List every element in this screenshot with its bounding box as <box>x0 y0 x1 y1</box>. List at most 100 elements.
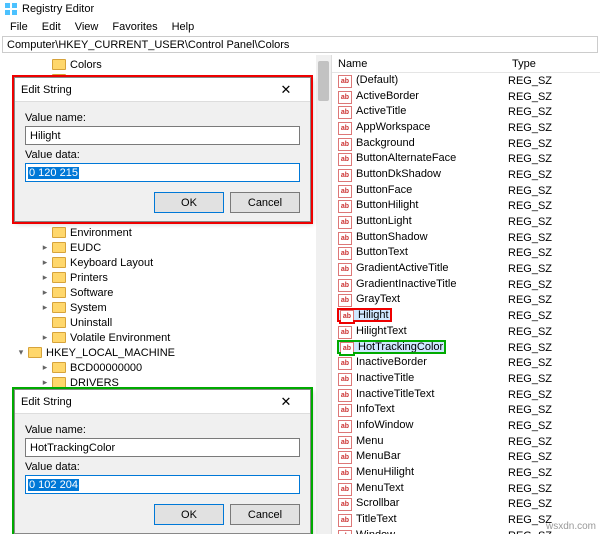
list-row[interactable]: abActiveBorderREG_SZ <box>332 89 600 105</box>
tree-item[interactable]: ▸Volatile Environment <box>36 330 331 345</box>
list-row[interactable]: abMenuREG_SZ <box>332 434 600 450</box>
list-row[interactable]: abAppWorkspaceREG_SZ <box>332 120 600 136</box>
cancel-button[interactable]: Cancel <box>230 192 300 213</box>
list-row[interactable]: abButtonShadowREG_SZ <box>332 230 600 246</box>
scrollbar-thumb[interactable] <box>318 61 329 101</box>
menu-view[interactable]: View <box>69 21 105 33</box>
value-type: REG_SZ <box>508 389 552 401</box>
tree-item[interactable]: ▸Keyboard Layout <box>36 255 331 270</box>
tree-item[interactable]: ▾HKEY_LOCAL_MACHINE <box>16 345 331 360</box>
folder-icon <box>52 227 66 238</box>
folder-icon <box>52 332 66 343</box>
tree-item[interactable]: ▸EUDC <box>36 240 331 255</box>
tree-item-label: Colors <box>70 59 102 71</box>
list-row[interactable]: abButtonLightREG_SZ <box>332 214 600 230</box>
tree-item[interactable]: Colors <box>36 57 331 72</box>
expander-icon[interactable]: ▸ <box>40 333 50 343</box>
value-type: REG_SZ <box>508 263 552 275</box>
list-row[interactable]: abGradientActiveTitleREG_SZ <box>332 261 600 277</box>
list-row[interactable]: abButtonHilightREG_SZ <box>332 199 600 215</box>
close-icon[interactable]: ✕ <box>268 391 304 413</box>
value-name-input[interactable] <box>25 126 300 145</box>
value-data-input[interactable]: 0 102 204 <box>25 475 300 494</box>
expander-icon[interactable]: ▸ <box>40 378 50 388</box>
list-row[interactable]: abButtonTextREG_SZ <box>332 246 600 262</box>
value-name: Hilight <box>358 309 389 321</box>
tree-item-label: Environment <box>70 227 132 239</box>
cancel-button[interactable]: Cancel <box>230 504 300 525</box>
dialog-titlebar[interactable]: Edit String ✕ <box>15 390 310 414</box>
value-name: InfoText <box>356 403 395 415</box>
list-row[interactable]: abInactiveTitleTextREG_SZ <box>332 387 600 403</box>
expander-icon[interactable]: ▸ <box>40 243 50 253</box>
list-row[interactable]: abButtonFaceREG_SZ <box>332 183 600 199</box>
dialog-titlebar[interactable]: Edit String ✕ <box>15 78 310 102</box>
list-row[interactable]: abInfoWindowREG_SZ <box>332 418 600 434</box>
tree-item[interactable]: ▸DRIVERS <box>36 375 331 390</box>
value-name-input[interactable] <box>25 438 300 457</box>
value-data-input[interactable]: 0 120 215 <box>25 163 300 182</box>
value-name: MenuHilight <box>356 466 414 478</box>
list-row[interactable]: abInactiveBorderREG_SZ <box>332 355 600 371</box>
menu-file[interactable]: File <box>4 21 34 33</box>
expander-icon[interactable] <box>40 318 50 328</box>
menu-favorites[interactable]: Favorites <box>106 21 163 33</box>
expander-icon[interactable] <box>40 228 50 238</box>
ok-button[interactable]: OK <box>154 192 224 213</box>
tree-item-label: Printers <box>70 272 108 284</box>
menu-edit[interactable]: Edit <box>36 21 67 33</box>
list-row[interactable]: abHilightTextREG_SZ <box>332 324 600 340</box>
tree-scrollbar[interactable] <box>316 55 331 534</box>
value-name: Background <box>356 137 415 149</box>
ok-button[interactable]: OK <box>154 504 224 525</box>
address-path: Computer\HKEY_CURRENT_USER\Control Panel… <box>7 39 289 51</box>
value-type: REG_SZ <box>508 467 552 479</box>
list-row[interactable]: abGradientInactiveTitleREG_SZ <box>332 277 600 293</box>
expander-icon[interactable]: ▸ <box>40 288 50 298</box>
string-value-icon: ab <box>338 373 352 386</box>
tree-item[interactable]: Environment <box>36 225 331 240</box>
address-bar[interactable]: Computer\HKEY_CURRENT_USER\Control Panel… <box>2 36 598 53</box>
close-icon[interactable]: ✕ <box>268 79 304 101</box>
expander-icon[interactable]: ▸ <box>40 303 50 313</box>
column-header-type[interactable]: Type <box>512 58 600 70</box>
list-row[interactable]: abButtonAlternateFaceREG_SZ <box>332 151 600 167</box>
expander-icon[interactable] <box>40 60 50 70</box>
list-row[interactable]: abHilightREG_SZ <box>332 308 600 324</box>
string-value-icon: ab <box>338 138 352 151</box>
tree-item[interactable]: ▸ BCD00000000 <box>36 360 331 375</box>
list-row[interactable]: abInactiveTitleREG_SZ <box>332 371 600 387</box>
expander-icon[interactable]: ▸ <box>40 258 50 268</box>
list-row[interactable]: abGrayTextREG_SZ <box>332 293 600 309</box>
list-row[interactable]: abMenuBarREG_SZ <box>332 450 600 466</box>
value-name: Menu <box>356 435 384 447</box>
expander-icon[interactable]: ▾ <box>16 348 26 358</box>
list-row[interactable]: abInfoTextREG_SZ <box>332 402 600 418</box>
list-row[interactable]: abButtonDkShadowREG_SZ <box>332 167 600 183</box>
window-titlebar: Registry Editor <box>0 0 600 18</box>
string-value-icon: ab <box>338 153 352 166</box>
tree-item-label: BCD00000000 <box>70 362 142 374</box>
list-row[interactable]: ab(Default)REG_SZ <box>332 73 600 89</box>
value-name: HotTrackingColor <box>358 341 443 353</box>
value-type: REG_SZ <box>508 342 552 354</box>
list-row[interactable]: abActiveTitleREG_SZ <box>332 104 600 120</box>
menu-help[interactable]: Help <box>166 21 201 33</box>
value-name: ButtonShadow <box>356 231 428 243</box>
tree-item[interactable]: ▸System <box>36 300 331 315</box>
list-row[interactable]: abHotTrackingColorREG_SZ <box>332 340 600 356</box>
expander-icon[interactable]: ▸ <box>40 273 50 283</box>
expander-icon[interactable]: ▸ <box>40 363 50 373</box>
dialog-title: Edit String <box>21 396 72 408</box>
tree-item[interactable]: ▸Software <box>36 285 331 300</box>
column-header-name[interactable]: Name <box>338 58 512 70</box>
list-row[interactable]: abScrollbarREG_SZ <box>332 497 600 513</box>
tree-item[interactable]: ▸ Printers <box>36 270 331 285</box>
list-row[interactable]: abMenuHilightREG_SZ <box>332 465 600 481</box>
list-row[interactable]: abMenuTextREG_SZ <box>332 481 600 497</box>
list-row[interactable]: abBackgroundREG_SZ <box>332 136 600 152</box>
value-type: REG_SZ <box>508 420 552 432</box>
tree-item[interactable]: Uninstall <box>36 315 331 330</box>
string-value-icon: ab <box>338 451 352 464</box>
folder-icon <box>52 59 66 70</box>
